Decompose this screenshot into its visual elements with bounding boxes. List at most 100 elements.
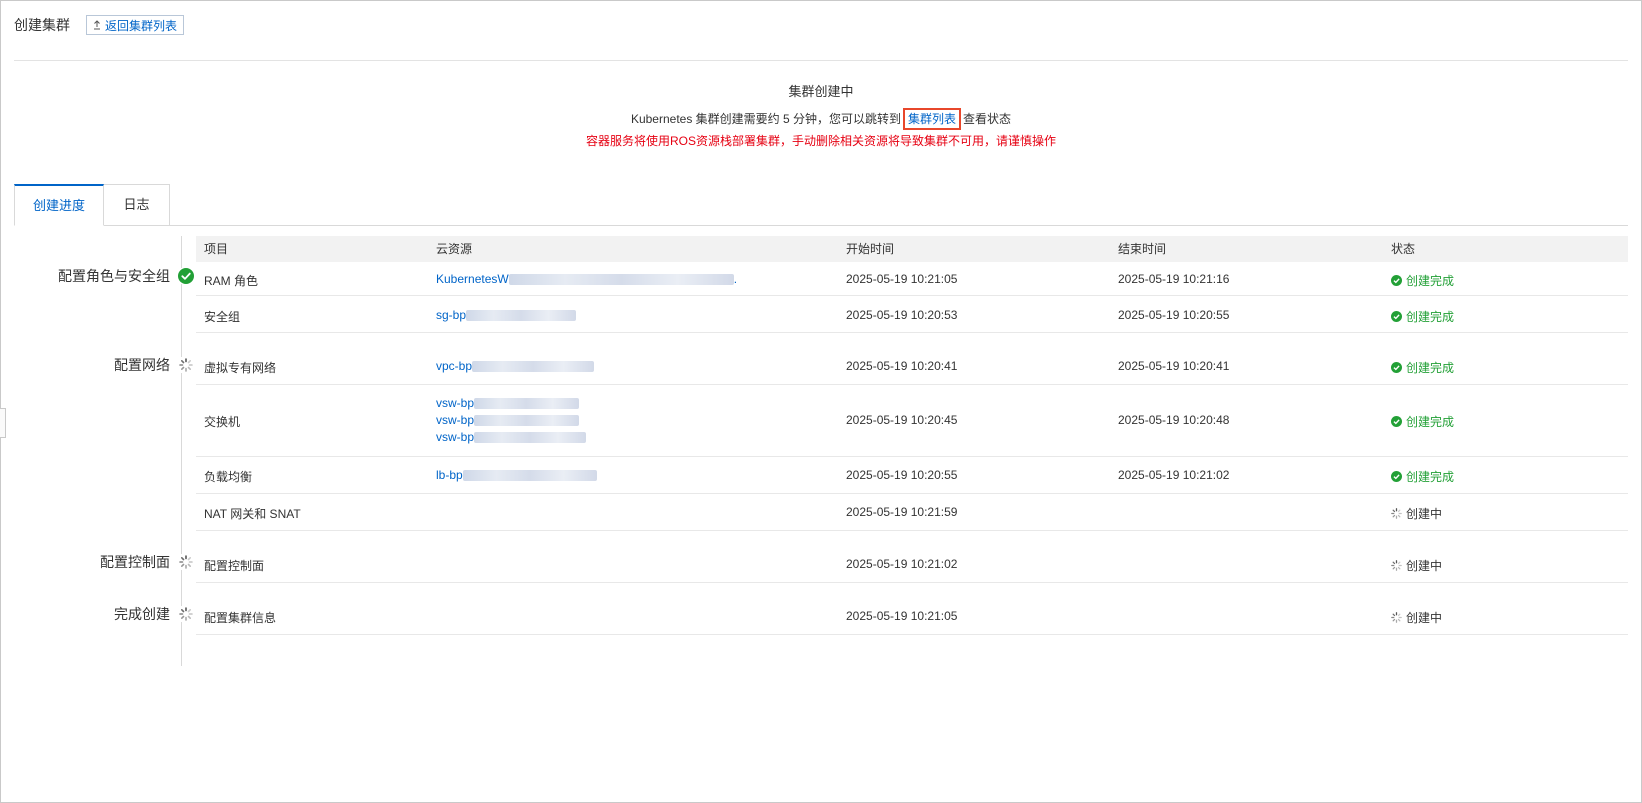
- row-end-time: 2025-05-19 10:21:16: [1118, 272, 1230, 286]
- status-desc-prefix: Kubernetes 集群创建需要约 5 分钟，您可以跳转到: [630, 112, 902, 126]
- check-circle-icon: [1391, 275, 1402, 286]
- loading-spinner-icon: [1391, 612, 1402, 623]
- tab-logs[interactable]: 日志: [104, 184, 170, 226]
- redacted-text: [472, 361, 595, 373]
- status-title: 集群创建中: [788, 84, 854, 99]
- loading-spinner-icon: [1391, 508, 1402, 519]
- column-header-start-time: 开始时间: [846, 242, 895, 256]
- row-item: 安全组: [204, 310, 241, 324]
- status-badge: 创建完成: [1391, 413, 1454, 430]
- stage-network: 配置网络: [14, 355, 194, 375]
- row-item: 配置控制面: [204, 559, 265, 573]
- row-start-time: 2025-05-19 10:21:02: [846, 557, 958, 571]
- timeline-line: [181, 236, 182, 666]
- page-header: 创建集群 返回集群列表: [14, 14, 185, 36]
- check-circle-icon: [178, 268, 194, 284]
- status-badge: 创建中: [1391, 505, 1442, 522]
- stage-label: 配置控制面: [100, 554, 170, 570]
- row-item: NAT 网关和 SNAT: [204, 507, 301, 521]
- resource-link[interactable]: vsw-bp: [436, 395, 586, 412]
- table-row: 配置控制面 2025-05-19 10:21:02 创建中: [196, 545, 1628, 583]
- back-to-cluster-list-button[interactable]: 返回集群列表: [86, 15, 185, 35]
- tab-bar: 创建进度 日志: [14, 184, 1628, 226]
- resource-cell: lb-bp: [436, 468, 597, 482]
- stage-finish-creation: 完成创建: [14, 604, 194, 624]
- column-header-end-time: 结束时间: [1118, 242, 1167, 256]
- resource-id: lb-bp: [436, 468, 463, 482]
- stage-label: 配置网络: [114, 357, 170, 373]
- row-item: 虚拟专有网络: [204, 361, 277, 375]
- resource-link[interactable]: lb-bp: [436, 468, 597, 482]
- stage-control-plane: 配置控制面: [14, 552, 194, 572]
- warning-message: 容器服务将使用ROS资源栈部署集群，手动删除相关资源将导致集群不可用，请谨慎操作: [585, 134, 1056, 148]
- row-start-time: 2025-05-19 10:21:05: [846, 272, 958, 286]
- status-badge: 创建完成: [1391, 359, 1454, 376]
- table-row: 交换机 vsw-bp vsw-bp vsw-bp 2025-05-19 10:2…: [196, 385, 1628, 457]
- redacted-text: [508, 274, 734, 286]
- row-end-time: 2025-05-19 10:21:02: [1118, 468, 1230, 482]
- row-start-time: 2025-05-19 10:20:41: [846, 359, 958, 373]
- resource-id: vsw-bp: [436, 413, 475, 427]
- progress-table: 项目 云资源 开始时间 结束时间 状态 RAM 角色 KubernetesW. …: [196, 236, 1628, 635]
- page-title: 创建集群: [14, 17, 70, 33]
- redacted-text: [466, 310, 577, 322]
- status-text: 创建完成: [1406, 310, 1455, 324]
- redacted-text: [474, 432, 587, 444]
- stage-label: 完成创建: [114, 606, 170, 622]
- row-start-time: 2025-05-19 10:20:53: [846, 308, 958, 322]
- status-description: Kubernetes 集群创建需要约 5 分钟，您可以跳转到 集群列表 查看状态: [14, 108, 1628, 130]
- loading-spinner-icon: [178, 606, 194, 622]
- table-row: RAM 角色 KubernetesW. 2025-05-19 10:21:05 …: [196, 262, 1628, 296]
- status-text: 创建完成: [1406, 470, 1455, 484]
- loading-spinner-icon: [178, 554, 194, 570]
- status-text: 创建中: [1406, 611, 1443, 625]
- resource-id: sg-bp: [436, 308, 467, 322]
- row-item: 配置集群信息: [204, 611, 277, 625]
- row-start-time: 2025-05-19 10:21:59: [846, 505, 958, 519]
- status-badge: 创建中: [1391, 557, 1442, 574]
- upload-arrow-icon: [93, 20, 101, 30]
- row-end-time: 2025-05-19 10:20:55: [1118, 308, 1230, 322]
- status-desc-suffix: 查看状态: [963, 112, 1012, 126]
- row-start-time: 2025-05-19 10:21:05: [846, 609, 958, 623]
- tab-creation-progress[interactable]: 创建进度: [14, 184, 104, 226]
- check-circle-icon: [1391, 471, 1402, 482]
- resource-link[interactable]: vpc-bp: [436, 359, 595, 373]
- status-badge: 创建完成: [1391, 468, 1454, 485]
- row-item: RAM 角色: [204, 274, 259, 288]
- check-circle-icon: [1391, 416, 1402, 427]
- table-row: 负载均衡 lb-bp 2025-05-19 10:20:55 2025-05-1…: [196, 457, 1628, 494]
- loading-spinner-icon: [1391, 560, 1402, 571]
- redacted-text: [462, 470, 597, 482]
- table-header: 项目 云资源 开始时间 结束时间 状态: [196, 236, 1628, 262]
- resource-cell: sg-bp: [436, 308, 577, 322]
- header-divider: [14, 60, 1628, 61]
- side-collapse-handle[interactable]: [0, 408, 6, 438]
- status-badge: 创建中: [1391, 609, 1442, 626]
- stage-label: 配置角色与安全组: [58, 268, 170, 284]
- check-circle-icon: [1391, 362, 1402, 373]
- resource-id: KubernetesW: [436, 272, 509, 286]
- status-text: 创建完成: [1406, 415, 1455, 429]
- status-text: 创建完成: [1406, 274, 1455, 288]
- row-end-time: 2025-05-19 10:20:41: [1118, 359, 1230, 373]
- cluster-list-link[interactable]: 集群列表: [903, 108, 962, 130]
- row-item: 交换机: [204, 415, 241, 429]
- resource-link[interactable]: KubernetesW.: [436, 272, 737, 286]
- resource-link[interactable]: vsw-bp: [436, 412, 586, 429]
- row-start-time: 2025-05-19 10:20:55: [846, 468, 958, 482]
- resource-link[interactable]: vsw-bp: [436, 429, 587, 446]
- resource-id: vsw-bp: [436, 396, 475, 410]
- resource-link[interactable]: sg-bp: [436, 308, 577, 322]
- column-header-status: 状态: [1391, 242, 1416, 256]
- status-badge: 创建完成: [1391, 308, 1454, 325]
- redacted-text: [474, 415, 580, 427]
- table-row: 虚拟专有网络 vpc-bp 2025-05-19 10:20:41 2025-0…: [196, 347, 1628, 385]
- check-circle-icon: [1391, 311, 1402, 322]
- status-text: 创建完成: [1406, 361, 1455, 375]
- row-item: 负载均衡: [204, 470, 253, 484]
- back-link-label: 返回集群列表: [105, 18, 178, 33]
